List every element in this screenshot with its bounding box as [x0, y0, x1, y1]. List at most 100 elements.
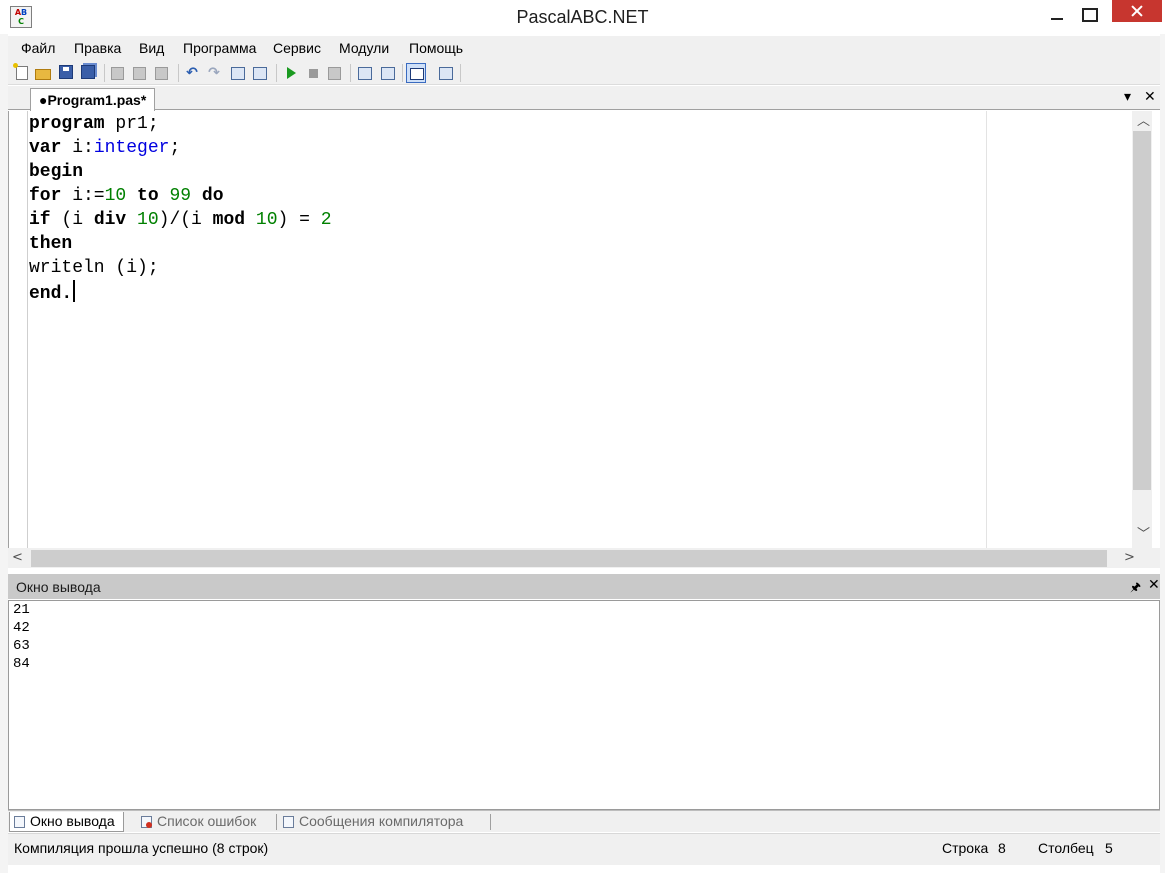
code-token: end.	[29, 284, 73, 304]
code-token: div	[93, 210, 127, 230]
code-line[interactable]: end.	[29, 280, 332, 306]
settings-icon[interactable]	[439, 67, 453, 80]
menu-program[interactable]: Программа	[183, 40, 256, 56]
code-line[interactable]: begin	[29, 160, 332, 184]
code-line[interactable]: var i:integer;	[29, 136, 332, 160]
tab-compiler-messages[interactable]: Сообщения компилятора	[279, 812, 463, 832]
tab-output-window[interactable]: Окно вывода	[9, 812, 124, 832]
status-message: Компиляция прошла успешно (8 строк)	[14, 840, 269, 856]
code-token: 10	[137, 210, 159, 230]
maximize-button[interactable]	[1070, 0, 1110, 30]
error-list-icon	[141, 816, 152, 828]
run-icon[interactable]	[287, 67, 296, 79]
indent-icon[interactable]	[231, 67, 245, 80]
menu-help[interactable]: Помощь	[409, 40, 463, 56]
editor-horizontal-scroll-thumb[interactable]	[31, 550, 1107, 567]
editor-vertical-scroll-thumb[interactable]	[1133, 131, 1151, 490]
code-token: 10	[255, 210, 278, 230]
output-line: 63	[13, 638, 30, 654]
scroll-down-arrow-icon[interactable]: ﹀	[1137, 528, 1150, 542]
output-window-toggle-icon[interactable]	[406, 63, 426, 83]
menu-modules[interactable]: Модули	[339, 40, 389, 56]
menu-edit[interactable]: Правка	[74, 40, 121, 56]
code-line[interactable]: then	[29, 232, 332, 256]
right-margin-line	[986, 111, 987, 548]
save-all-icon[interactable]	[81, 65, 95, 79]
code-text[interactable]: program pr1; var i:integer; begin for i:=10…	[29, 112, 332, 306]
window-title: PascalABC.NET	[516, 7, 649, 27]
code-line[interactable]: writeln (i);	[29, 256, 332, 280]
text-caret	[73, 280, 76, 302]
close-window-button[interactable]	[1112, 0, 1162, 22]
editor-gutter	[27, 111, 28, 548]
step-over-icon[interactable]	[381, 67, 395, 80]
code-token: 2	[320, 210, 332, 230]
scroll-up-arrow-icon[interactable]: ︿	[1137, 115, 1150, 129]
tab-error-list[interactable]: Список ошибок	[137, 812, 256, 832]
code-line[interactable]: for i:=10 to 99 do	[29, 184, 332, 208]
unindent-icon[interactable]	[253, 67, 267, 80]
window-frame-left	[0, 34, 8, 873]
status-row-label: Строка	[942, 840, 989, 856]
output-window-icon	[14, 816, 25, 828]
close-tab-icon[interactable]: ✕	[1144, 89, 1156, 105]
step-into-icon[interactable]	[358, 67, 372, 80]
tab-separator	[490, 814, 491, 830]
code-token: to	[137, 186, 159, 206]
code-token: i:=	[61, 186, 105, 206]
code-line[interactable]: if (i div 10)/(i mod 10) = 2	[29, 208, 332, 232]
scroll-left-arrow-icon[interactable]: <	[12, 551, 23, 565]
code-editor[interactable]: program pr1; var i:integer; begin for i:=10…	[8, 111, 1160, 548]
paste-icon[interactable]	[155, 67, 168, 80]
menu-service[interactable]: Сервис	[273, 40, 321, 56]
tab-separator	[276, 814, 277, 830]
toolbar-separator	[276, 64, 277, 82]
toolbar-separator	[402, 64, 403, 82]
document-tab-strip: ●Program1.pas* ▾ ✕	[8, 86, 1160, 111]
tab-program1[interactable]: ●Program1.pas*	[30, 88, 156, 111]
tab-error-list-label: Список ошибок	[157, 813, 257, 829]
code-token: for	[29, 186, 62, 206]
output-line: 84	[13, 656, 30, 672]
menu-bar: Файл Правка Вид Программа Сервис Модули …	[8, 36, 1160, 60]
compiler-messages-icon	[283, 816, 294, 828]
toolbar-separator	[350, 64, 351, 82]
code-token: 10	[104, 186, 127, 206]
menu-file[interactable]: Файл	[21, 40, 55, 56]
new-file-icon[interactable]	[13, 63, 28, 80]
output-panel-title: Окно вывода	[16, 579, 101, 595]
status-row-value: 8	[998, 840, 1006, 856]
code-line[interactable]: program pr1;	[29, 112, 332, 136]
code-token: program	[29, 114, 105, 134]
menu-view[interactable]: Вид	[139, 40, 164, 56]
output-line: 42	[13, 620, 30, 636]
open-file-icon[interactable]	[35, 69, 51, 80]
code-token: ;	[169, 138, 181, 158]
output-window[interactable]: 21 42 63 84	[8, 600, 1160, 810]
code-token: begin	[29, 162, 84, 182]
scroll-right-arrow-icon[interactable]: >	[1124, 551, 1135, 565]
redo-icon[interactable]: ↷	[206, 65, 222, 81]
copy-icon[interactable]	[133, 67, 146, 80]
debug-icon[interactable]	[328, 67, 341, 80]
code-token: )/(i	[158, 210, 213, 230]
close-panel-icon[interactable]: ✕	[1148, 577, 1160, 593]
code-token: pr1;	[104, 114, 159, 134]
output-line: 21	[13, 602, 30, 618]
save-icon[interactable]	[59, 65, 73, 79]
cut-icon[interactable]	[111, 67, 124, 80]
toolbar-separator	[460, 64, 461, 82]
pin-icon[interactable]: 🖈	[1130, 578, 1141, 599]
code-token: mod	[212, 210, 246, 230]
status-column-label: Столбец	[1038, 840, 1094, 856]
undo-icon[interactable]: ↶	[184, 65, 200, 81]
status-column-value: 5	[1105, 840, 1113, 856]
tab-list-dropdown-icon[interactable]: ▾	[1124, 89, 1131, 105]
stop-icon[interactable]	[309, 69, 318, 78]
tab-output-window-label: Окно вывода	[30, 813, 115, 829]
toolbar-separator	[104, 64, 105, 82]
